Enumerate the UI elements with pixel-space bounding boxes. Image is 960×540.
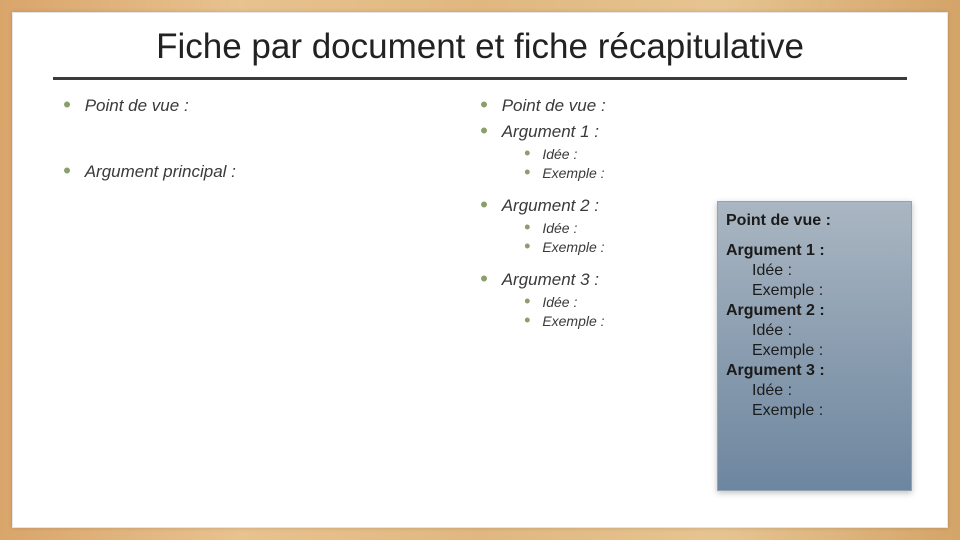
bullet-icon: •	[524, 294, 530, 308]
overlay-pov: Point de vue :	[726, 212, 901, 230]
overlay-arg1: Argument 1 :	[726, 242, 901, 260]
right-exemple-label: Exemple :	[542, 313, 604, 329]
slide-title: Fiche par document et fiche récapitulati…	[13, 13, 947, 73]
right-arg2-label: Argument 2 :	[502, 196, 599, 216]
overlay-arg2: Argument 2 :	[726, 302, 901, 320]
right-idee-label: Idée :	[542, 220, 577, 236]
bullet-icon: •	[524, 313, 530, 327]
overlay-arg3-idee: Idée :	[752, 382, 901, 400]
bullet-icon: •	[524, 165, 530, 179]
overlay-arg1-exemple: Exemple :	[752, 282, 901, 300]
summary-overlay-box: Point de vue : Argument 1 : Idée : Exemp…	[717, 201, 912, 491]
right-exemple-label: Exemple :	[542, 165, 604, 181]
right-arg3-label: Argument 3 :	[502, 270, 599, 290]
overlay-arg3-exemple: Exemple :	[752, 402, 901, 420]
bullet-icon: •	[63, 96, 71, 114]
right-arg1-label: Argument 1 :	[502, 122, 599, 142]
left-pov-label: Point de vue :	[85, 96, 189, 116]
left-argument-principal: • Argument principal :	[63, 162, 480, 182]
overlay-arg3: Argument 3 :	[726, 362, 901, 380]
right-idee-label: Idée :	[542, 146, 577, 162]
right-arg1-idee: • Idée :	[524, 146, 897, 162]
right-point-de-vue: • Point de vue :	[480, 96, 897, 116]
bullet-icon: •	[524, 220, 530, 234]
right-idee-label: Idée :	[542, 294, 577, 310]
bullet-icon: •	[480, 96, 488, 114]
right-arg1-exemple: • Exemple :	[524, 165, 897, 181]
bullet-icon: •	[480, 122, 488, 140]
slide: Fiche par document et fiche récapitulati…	[12, 12, 948, 528]
bullet-icon: •	[63, 162, 71, 180]
overlay-arg2-exemple: Exemple :	[752, 342, 901, 360]
right-exemple-label: Exemple :	[542, 239, 604, 255]
left-point-de-vue: • Point de vue :	[63, 96, 480, 116]
bullet-icon: •	[480, 196, 488, 214]
bullet-icon: •	[480, 270, 488, 288]
right-pov-label: Point de vue :	[502, 96, 606, 116]
overlay-arg1-idee: Idée :	[752, 262, 901, 280]
left-column: • Point de vue : • Argument principal :	[63, 90, 480, 332]
left-argp-label: Argument principal :	[85, 162, 236, 182]
bullet-icon: •	[524, 146, 530, 160]
right-argument-1: • Argument 1 :	[480, 122, 897, 142]
overlay-arg2-idee: Idée :	[752, 322, 901, 340]
bullet-icon: •	[524, 239, 530, 253]
